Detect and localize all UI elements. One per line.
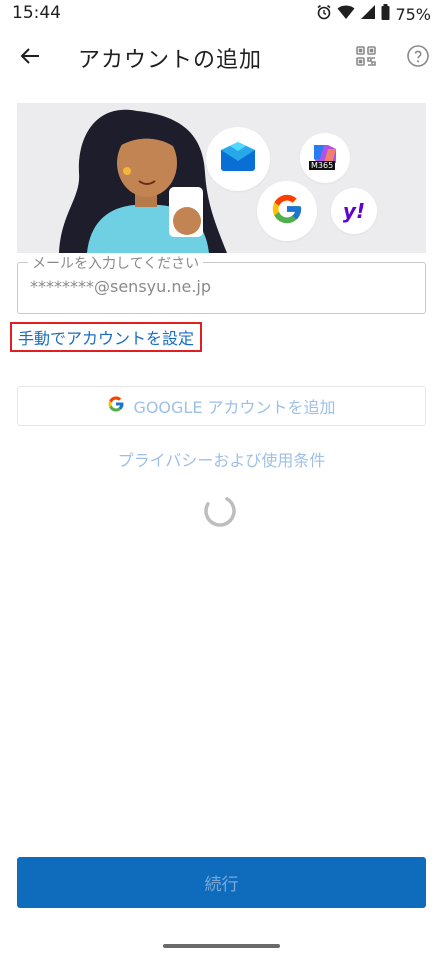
m365-icon: M365 [308,141,342,175]
battery-level: 75% [395,4,431,24]
status-bar: 15:44 75% [0,0,443,28]
google-app-bubble [257,181,317,241]
privacy-terms-link[interactable]: プライバシーおよび使用条件 [0,447,443,471]
continue-button[interactable]: 続行 [17,857,426,908]
manual-setup-link[interactable]: 手動でアカウントを設定 [10,322,203,352]
home-indicator[interactable] [163,944,280,948]
continue-label: 続行 [204,875,239,895]
m365-app-bubble: M365 [300,133,350,183]
arrow-left-icon [18,44,42,72]
m365-label: M365 [309,161,336,170]
add-google-account-label: GOOGLE アカウントを追加 [133,398,336,417]
signal-icon [360,4,376,24]
wifi-icon [337,4,355,24]
yahoo-app-bubble: y! [331,188,377,234]
yahoo-icon: y! [342,199,366,223]
battery-icon [381,4,390,24]
outlook-app-bubble [206,127,270,191]
email-field-label: メールを入力してください [28,253,204,273]
help-button[interactable] [402,42,434,74]
alarm-icon [316,4,332,24]
question-circle-icon [406,44,430,72]
app-bar: アカウントの追加 [0,30,443,86]
manual-setup-label: 手動でアカウントを設定 [18,329,195,348]
hero-illustration: M365 y! [17,103,426,253]
add-google-account-button[interactable]: GOOGLE アカウントを追加 [17,386,426,426]
google-g-icon [107,395,125,417]
page-title: アカウントの追加 [78,48,263,73]
google-g-icon [270,192,304,230]
status-time: 15:44 [12,3,61,23]
loading-spinner [203,494,237,528]
email-field[interactable]: メールを入力してください ********@sensyu.ne.jp [17,253,426,314]
qr-code-icon [355,45,377,71]
outlook-icon [218,140,258,178]
back-button[interactable] [12,42,48,74]
qr-scan-button[interactable] [350,42,382,74]
status-icons: 75% [316,4,431,24]
email-input[interactable]: ********@sensyu.ne.jp [30,277,211,296]
